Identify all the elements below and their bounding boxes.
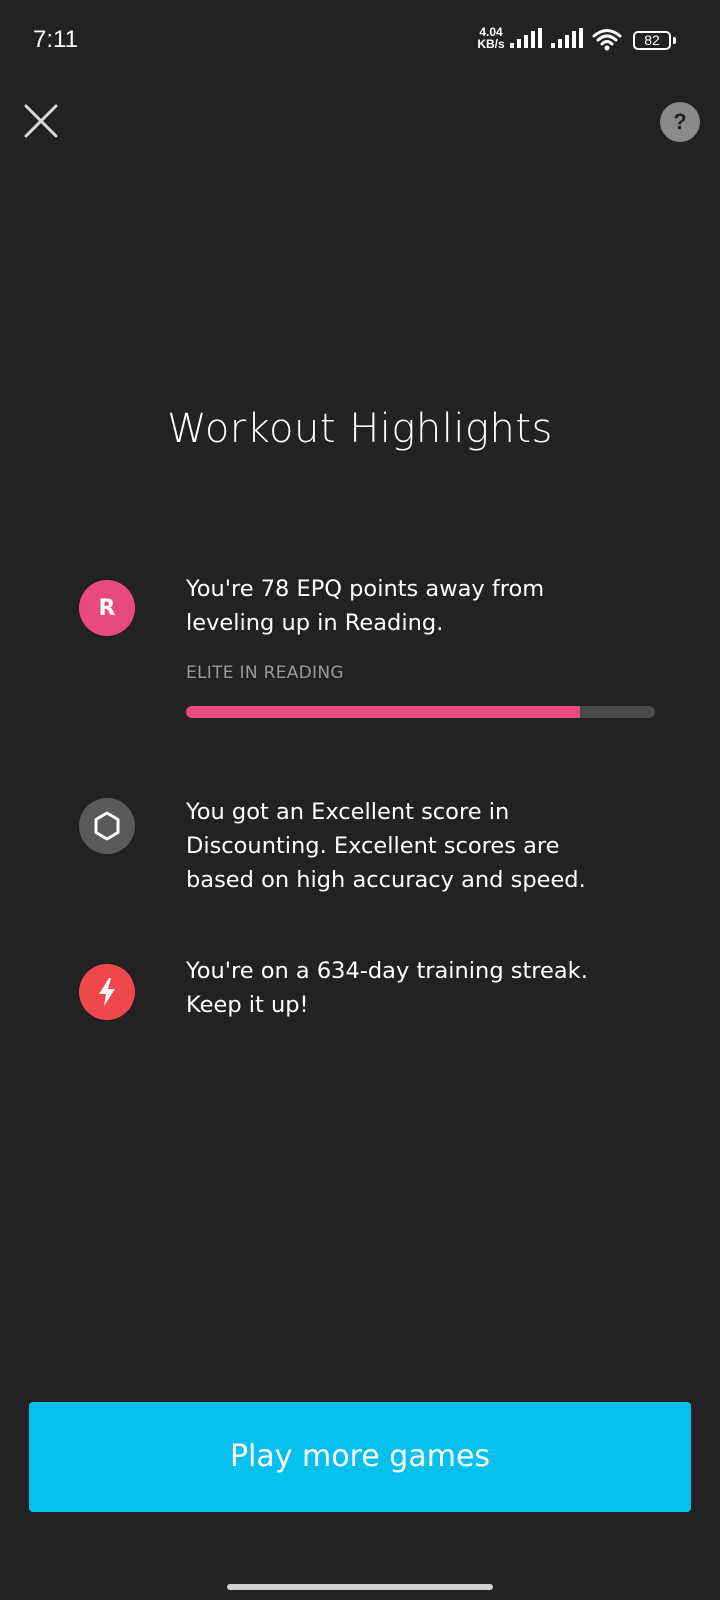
battery-icon: 82	[633, 31, 671, 50]
status-time: 7:11	[33, 26, 78, 53]
highlight-text-line: based on high accuracy and speed.	[186, 867, 586, 893]
signal-icon	[551, 28, 583, 48]
battery-tip	[673, 37, 676, 44]
page-title: Workout Highlights	[167, 406, 553, 452]
hexagon-icon	[94, 811, 120, 841]
highlight-text-line: You're 78 EPQ points away from	[186, 576, 545, 602]
lightning-badge	[79, 964, 135, 1020]
level-progress-fill	[186, 706, 580, 718]
close-icon[interactable]	[22, 102, 60, 140]
reading-badge-icon: R	[79, 580, 135, 636]
highlight-text: You're 78 EPQ points away from leveling …	[186, 572, 666, 640]
status-bar: 7:11 4.04 KB/s 82	[0, 0, 720, 80]
home-indicator[interactable]	[227, 1584, 493, 1590]
highlight-text: You're on a 634-day training streak. Kee…	[186, 954, 666, 1022]
highlight-text-line: Keep it up!	[186, 992, 309, 1018]
lightning-icon	[99, 978, 115, 1006]
level-progress-bar	[186, 706, 655, 718]
highlight-text-line: Discounting. Excellent scores are	[186, 833, 560, 859]
reading-badge-letter: R	[98, 595, 116, 621]
highlight-text-line: You got an Excellent score in	[186, 799, 510, 825]
highlight-text: You got an Excellent score in Discountin…	[186, 795, 666, 897]
highlight-text-line: You're on a 634-day training streak.	[186, 958, 588, 984]
help-button[interactable]: ?	[660, 102, 700, 142]
battery-level: 82	[644, 32, 660, 48]
play-more-games-button[interactable]: Play more games	[29, 1402, 691, 1512]
network-speed-unit: KB/s	[477, 37, 505, 51]
signal-icon	[510, 28, 542, 48]
level-label: ELITE IN READING	[186, 663, 344, 683]
hexagon-badge	[79, 798, 135, 854]
wifi-icon	[592, 29, 622, 51]
highlight-text-line: leveling up in Reading.	[186, 610, 444, 636]
network-speed: 4.04 KB/s	[474, 26, 508, 50]
